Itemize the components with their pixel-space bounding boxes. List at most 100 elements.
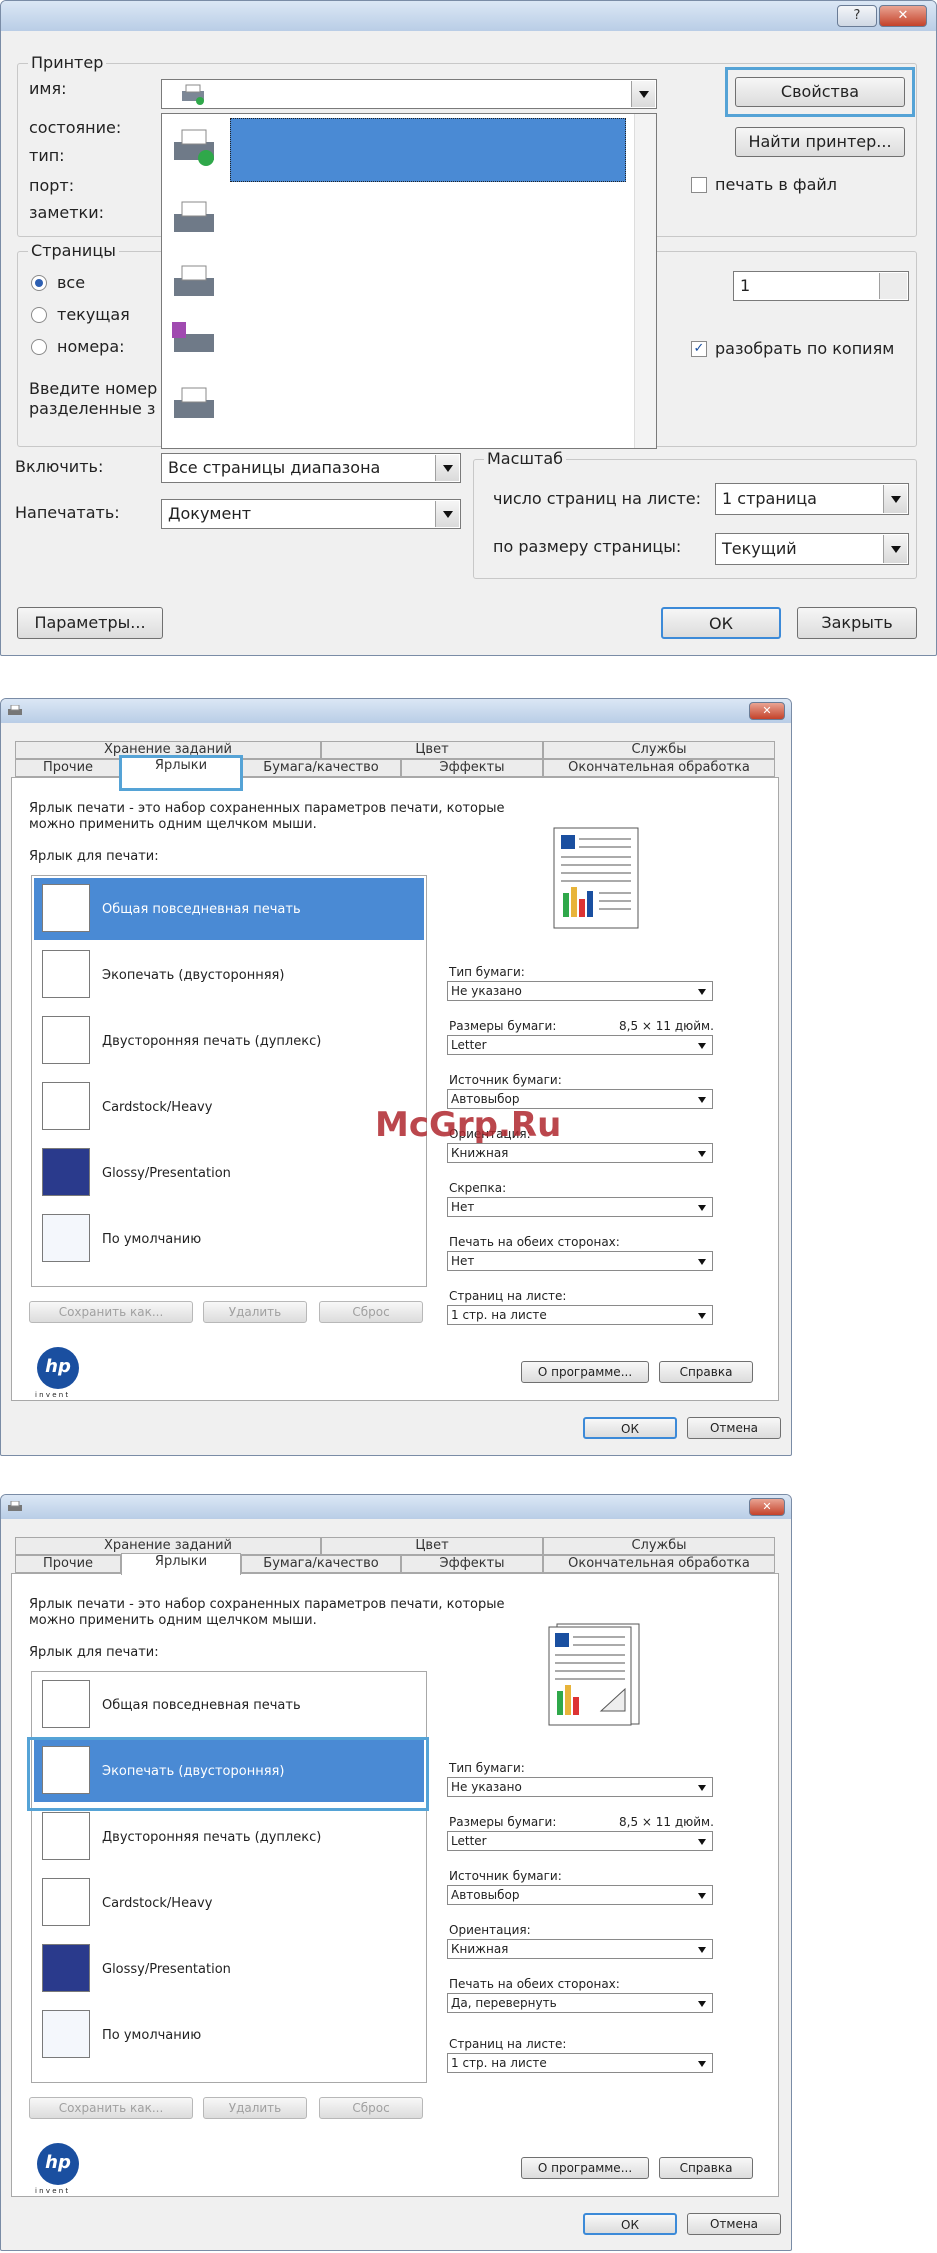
list-item[interactable]: Cardstock/Heavy — [34, 1872, 424, 1934]
tab-paper-quality[interactable]: Бумага/качество — [241, 759, 401, 777]
delete-button[interactable]: Удалить — [203, 2097, 307, 2119]
reset-button[interactable]: Сброс — [319, 2097, 423, 2119]
close-icon[interactable]: ✕ — [879, 5, 927, 27]
list-item[interactable]: Общая повседневная печать — [34, 1674, 424, 1736]
help-icon[interactable]: ? — [837, 5, 877, 27]
paper-size-select[interactable]: Letter — [447, 1035, 713, 1055]
dropdown-selected-row[interactable] — [230, 118, 626, 182]
printer-icon — [174, 129, 214, 166]
shortcuts-list[interactable]: Общая повседневная печать Экопечать (дву… — [31, 875, 427, 1287]
help-button[interactable]: Справка — [659, 1361, 753, 1383]
list-item[interactable]: Двусторонняя печать (дуплекс) — [34, 1806, 424, 1868]
pages-per-sheet-select[interactable]: 1 страница — [715, 483, 909, 515]
ok-button[interactable]: ОК — [583, 1417, 677, 1439]
page-numbers-label: номера: — [57, 337, 125, 356]
tab-effects[interactable]: Эффекты — [401, 1555, 543, 1573]
print-what-select[interactable]: Документ — [161, 499, 461, 529]
cancel-button[interactable]: Отмена — [687, 2213, 781, 2235]
paper-type-select[interactable]: Не указано — [447, 981, 713, 1001]
ok-button[interactable]: ОК — [661, 607, 781, 639]
paper-type-label: Тип бумаги: — [449, 965, 525, 979]
about-button[interactable]: О программе... — [521, 2157, 649, 2179]
status-label: состояние: — [29, 118, 122, 137]
tab-services[interactable]: Службы — [543, 741, 775, 759]
pages-per-sheet-select[interactable]: 1 стр. на листе — [447, 1305, 713, 1325]
shortcut-label: Glossy/Presentation — [102, 1962, 231, 1977]
shortcut-label: Общая повседневная печать — [102, 1698, 301, 1713]
list-item[interactable]: Glossy/Presentation — [34, 1938, 424, 2000]
tab-color[interactable]: Цвет — [321, 1537, 543, 1555]
tab-finishing[interactable]: Окончательная обработка — [543, 759, 775, 777]
dropdown-scrollbar[interactable] — [634, 114, 656, 448]
tab-other[interactable]: Прочие — [15, 1555, 121, 1573]
tab-finishing[interactable]: Окончательная обработка — [543, 1555, 775, 1573]
shortcut-label: Двусторонняя печать (дуплекс) — [102, 1034, 322, 1049]
staple-select[interactable]: Нет — [447, 1197, 713, 1217]
chevron-down-icon[interactable] — [631, 81, 655, 107]
page-numbers-radio[interactable] — [31, 339, 47, 355]
fax-icon — [172, 322, 214, 352]
pages-per-sheet-label: Страниц на листе: — [449, 1289, 567, 1303]
properties-button[interactable]: Свойства — [735, 77, 905, 107]
orientation-select[interactable]: Книжная — [447, 1939, 713, 1959]
list-item[interactable]: Экопечать (двусторонняя) — [34, 944, 424, 1006]
find-printer-button[interactable]: Найти принтер... — [735, 127, 905, 157]
pages-per-sheet-select[interactable]: 1 стр. на листе — [447, 2053, 713, 2073]
save-as-button[interactable]: Сохранить как... — [29, 2097, 193, 2119]
description-line-2: можно применить одним щелчком мыши. — [29, 1613, 317, 1628]
ok-button[interactable]: ОК — [583, 2213, 677, 2235]
paper-type-select[interactable]: Не указано — [447, 1777, 713, 1797]
include-label: Включить: — [15, 457, 104, 476]
chevron-down-icon[interactable] — [883, 535, 907, 563]
printer-dropdown-list[interactable] — [161, 113, 657, 449]
tab-effects[interactable]: Эффекты — [401, 759, 543, 777]
save-as-button[interactable]: Сохранить как... — [29, 1301, 193, 1323]
list-item[interactable]: По умолчанию — [34, 1208, 424, 1270]
document-icon — [42, 884, 90, 932]
chevron-down-icon[interactable] — [883, 485, 907, 513]
list-item[interactable]: Glossy/Presentation — [34, 1142, 424, 1204]
document-icon — [42, 1016, 90, 1064]
close-icon[interactable]: ✕ — [749, 1498, 785, 1516]
printer-name-select[interactable] — [161, 79, 657, 109]
list-item[interactable]: По умолчанию — [34, 2004, 424, 2066]
printer-group-title: Принтер — [28, 53, 107, 72]
help-button[interactable]: Справка — [659, 2157, 753, 2179]
pages-per-sheet-value: 1 страница — [722, 489, 817, 508]
options-button[interactable]: Параметры... — [17, 607, 163, 639]
tab-color[interactable]: Цвет — [321, 741, 543, 759]
tab-shortcuts[interactable]: Ярлыки — [121, 1553, 241, 1575]
cancel-button[interactable]: Отмена — [687, 1417, 781, 1439]
duplex-select[interactable]: Нет — [447, 1251, 713, 1271]
tab-services[interactable]: Службы — [543, 1537, 775, 1555]
printer-icon — [8, 705, 22, 715]
shortcuts-list[interactable]: Общая повседневная печать Экопечать (дву… — [31, 1671, 427, 2083]
list-item[interactable]: Двусторонняя печать (дуплекс) — [34, 1010, 424, 1072]
collate-checkbox[interactable]: ✓ — [691, 341, 707, 357]
hp-invent-text: i n v e n t — [35, 2187, 69, 2195]
current-page-radio[interactable] — [31, 307, 47, 323]
about-button[interactable]: О программе... — [521, 1361, 649, 1383]
orientation-select[interactable]: Книжная — [447, 1143, 713, 1163]
shortcut-label: По умолчанию — [102, 2028, 202, 2043]
list-item[interactable]: Cardstock/Heavy — [34, 1076, 424, 1138]
paper-size-select[interactable]: Letter — [447, 1831, 713, 1851]
close-button[interactable]: Закрыть — [797, 607, 917, 639]
tab-paper-quality[interactable]: Бумага/качество — [241, 1555, 401, 1573]
include-select[interactable]: Все страницы диапазона — [161, 453, 461, 483]
delete-button[interactable]: Удалить — [203, 1301, 307, 1323]
chevron-down-icon[interactable] — [435, 501, 459, 527]
print-to-file-checkbox[interactable] — [691, 177, 707, 193]
all-pages-radio[interactable] — [31, 275, 47, 291]
list-item[interactable]: Общая повседневная печать — [34, 878, 424, 940]
paper-source-select[interactable]: Автовыбор — [447, 1885, 713, 1905]
comments-label: заметки: — [29, 203, 104, 222]
print-dialog-titlebar — [1, 1, 936, 31]
close-icon[interactable]: ✕ — [749, 702, 785, 720]
chevron-down-icon[interactable] — [435, 455, 459, 481]
fit-select[interactable]: Текущий — [715, 533, 909, 565]
spinner-arrows-icon[interactable] — [879, 273, 907, 299]
reset-button[interactable]: Сброс — [319, 1301, 423, 1323]
duplex-select[interactable]: Да, перевернуть — [447, 1993, 713, 2013]
tab-other[interactable]: Прочие — [15, 759, 121, 777]
